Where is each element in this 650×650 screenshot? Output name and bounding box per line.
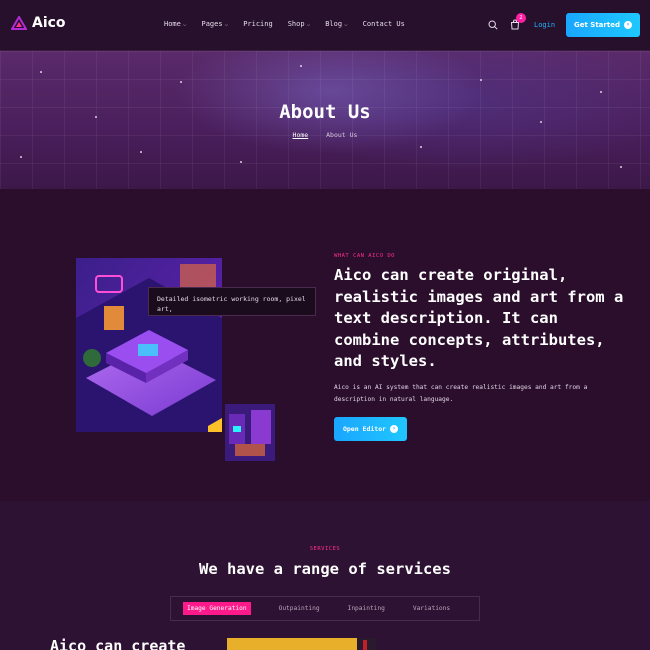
tab-variations[interactable]: Variations: [413, 605, 450, 612]
star-dot: [240, 161, 242, 163]
top-navbar: Aico Home ⌵ Pages ⌵ Pricing Shop ⌵ Blog ⌵ Co…: [0, 0, 650, 51]
menu-item-label: Pricing: [243, 20, 273, 28]
star-dot: [180, 81, 182, 83]
tab-image-generation[interactable]: Image Generation: [183, 602, 251, 615]
prompt-text-box: Detailed isometric working room, pixel a…: [148, 287, 316, 316]
menu-item-label: Pages: [201, 20, 223, 28]
logo-icon: [11, 16, 27, 30]
prompt-text: Detailed isometric working room, pixel a…: [157, 295, 306, 313]
chevron-down-icon: ⌵: [182, 20, 187, 28]
star-dot: [20, 156, 22, 158]
open-editor-label: Open Editor: [342, 425, 387, 433]
services-eyebrow: SERVICES: [309, 546, 341, 552]
chevron-down-icon: ⌵: [224, 20, 229, 28]
star-dot: [620, 166, 622, 168]
breadcrumb-current: About Us: [326, 131, 358, 139]
menu-item-shop[interactable]: Shop ⌵: [288, 20, 310, 28]
logo[interactable]: Aico: [11, 15, 66, 31]
service-heading-partial: Aico can create: [50, 637, 186, 650]
main-menu: Home ⌵ Pages ⌵ Pricing Shop ⌵ Blog ⌵ Contact…: [164, 20, 420, 28]
arrow-right-icon: ›: [623, 21, 632, 29]
star-dot: [480, 79, 482, 81]
get-started-label: Get Started: [574, 21, 620, 29]
tab-outpainting[interactable]: Outpainting: [279, 605, 320, 612]
menu-item-blog[interactable]: Blog ⌵: [325, 20, 347, 28]
arrow-right-icon: ›: [390, 425, 399, 433]
breadcrumb-home-link[interactable]: Home: [293, 131, 309, 139]
chevron-down-icon: ⌵: [306, 20, 311, 28]
menu-item-pricing[interactable]: Pricing: [243, 20, 273, 28]
menu-item-pages[interactable]: Pages ⌵: [201, 20, 228, 28]
login-link[interactable]: Login: [534, 21, 555, 29]
star-dot: [420, 146, 422, 148]
menu-item-label: Contact Us: [362, 20, 405, 28]
about-heading: Aico can create original, realistic imag…: [334, 266, 624, 370]
menu-item-contact[interactable]: Contact Us: [363, 20, 405, 28]
menu-item-label: Blog: [325, 20, 343, 28]
search-icon[interactable]: [488, 20, 498, 30]
star-dot: [300, 65, 302, 67]
star-dot: [600, 91, 602, 93]
tab-inpainting[interactable]: Inpainting: [348, 605, 385, 612]
open-editor-button[interactable]: Open Editor ›: [334, 417, 407, 441]
about-description: Aico is an AI system that can create rea…: [334, 384, 588, 403]
logo-text: Aico: [32, 15, 66, 31]
section-eyebrow: WHAT CAN AICO DO: [334, 253, 395, 259]
cart-count-badge: 2: [516, 13, 526, 23]
get-started-button[interactable]: Get Started ›: [566, 13, 640, 37]
menu-item-label: Home: [164, 20, 181, 28]
menu-item-label: Shop: [287, 20, 305, 28]
service-preview-image: [227, 638, 376, 650]
breadcrumb: Home About Us: [0, 131, 650, 139]
page-title: About Us: [279, 101, 371, 123]
star-dot: [140, 151, 142, 153]
chevron-down-icon: ⌵: [344, 20, 348, 28]
isometric-room-thumbnail: [225, 404, 275, 461]
services-tabs: Image Generation Outpainting Inpainting …: [170, 596, 480, 621]
star-dot: [40, 71, 42, 73]
services-heading: We have a range of services: [199, 560, 451, 578]
isometric-room-image: [76, 258, 222, 432]
menu-item-home[interactable]: Home ⌵: [164, 20, 186, 28]
